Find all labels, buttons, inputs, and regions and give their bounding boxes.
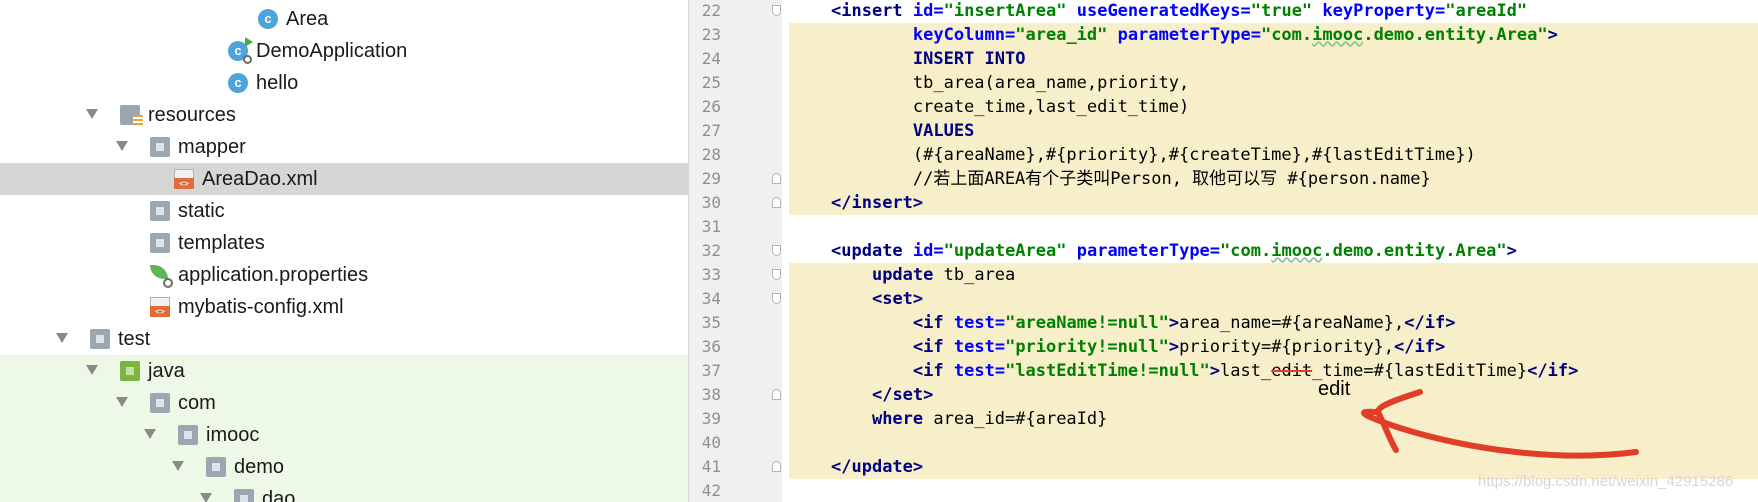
- watermark: https://blog.csdn.net/weixin_42915286: [1478, 473, 1734, 490]
- red-arrow-head-icon: [1375, 389, 1423, 453]
- annotation-word: edit: [1318, 378, 1351, 400]
- red-arrow-stroke: [1361, 408, 1639, 459]
- red-arrow-annotation: [1361, 389, 1639, 459]
